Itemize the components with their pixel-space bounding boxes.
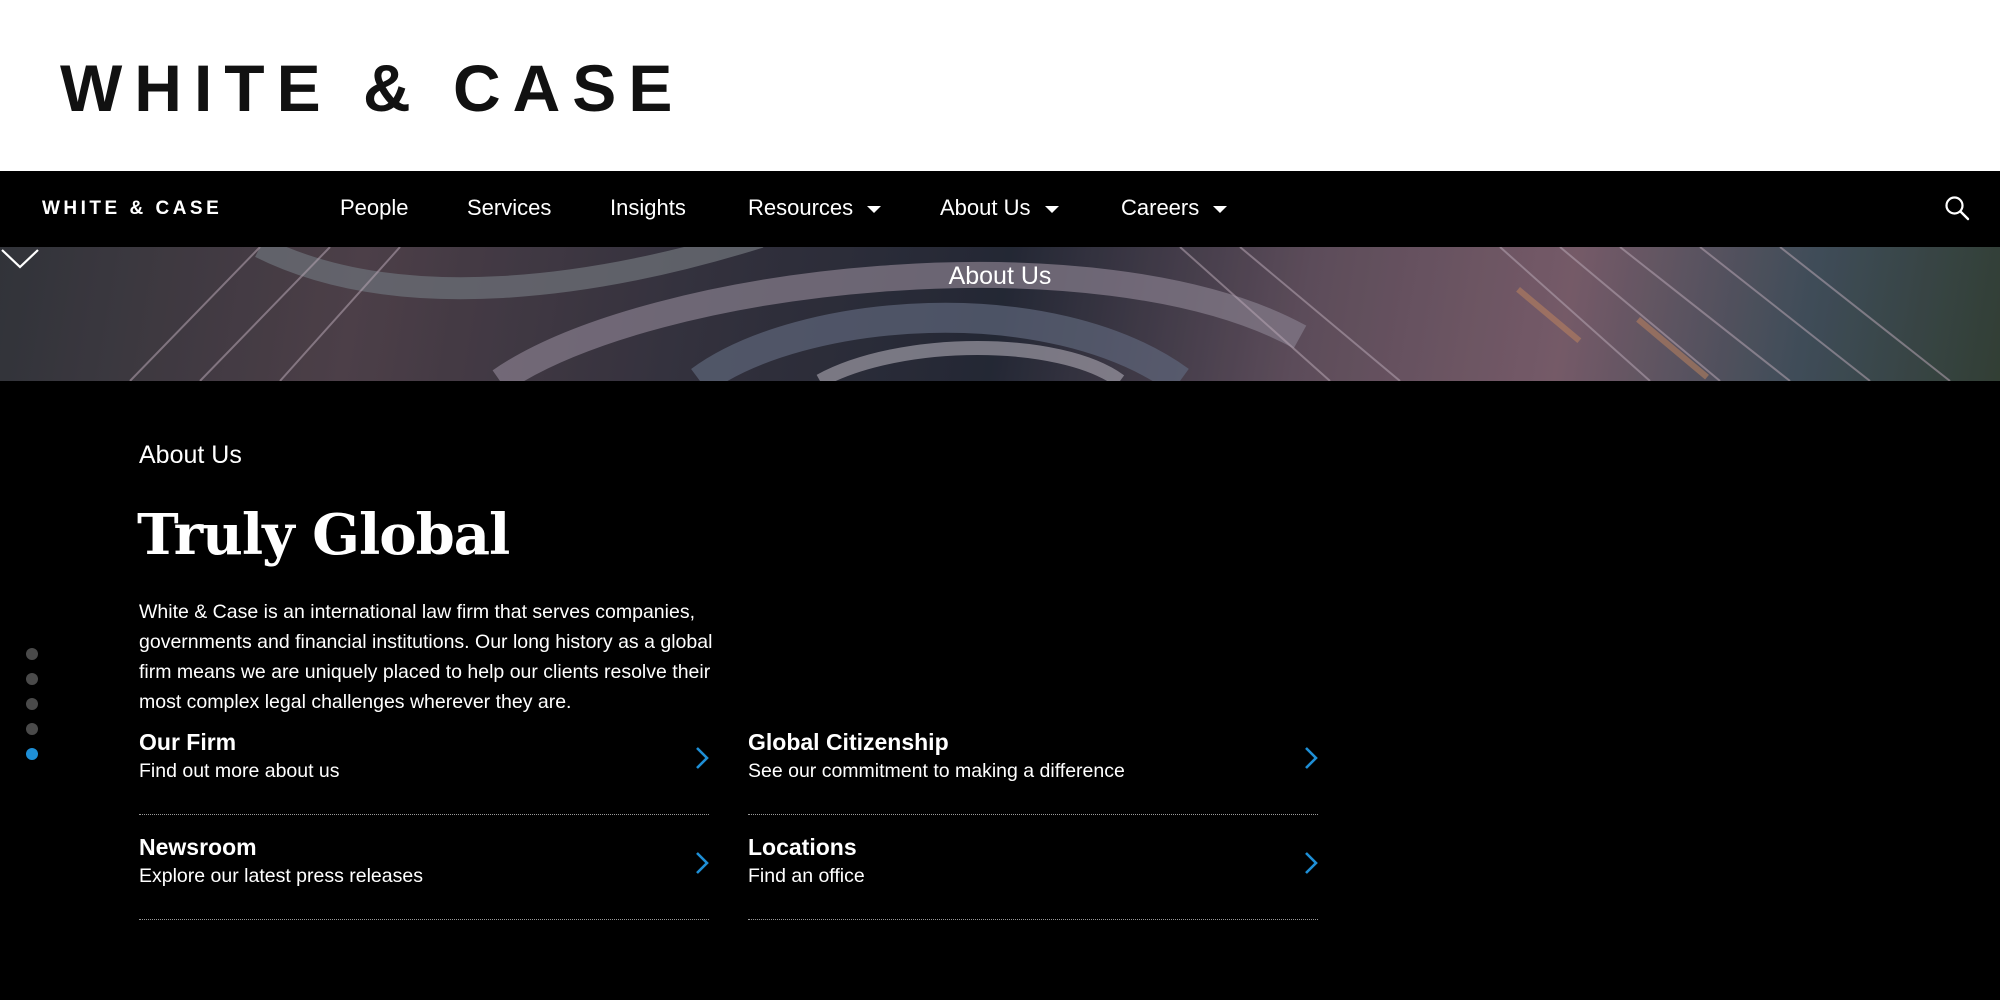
nav-item-about-us[interactable]: About Us (940, 193, 1059, 223)
site-logo[interactable]: WHITE & CASE (60, 52, 684, 124)
hero-title: About Us (948, 262, 1052, 290)
link-our-firm[interactable]: Our Firm Find out more about us (139, 727, 709, 815)
section-pagination (26, 648, 38, 773)
link-newsroom[interactable]: Newsroom Explore our latest press releas… (139, 832, 709, 920)
pagination-dot-active[interactable] (26, 748, 38, 760)
pagination-dot[interactable] (26, 648, 38, 660)
nav-item-label: People (340, 195, 409, 220)
link-title: Locations (748, 834, 857, 860)
nav-item-careers[interactable]: Careers (1121, 193, 1228, 223)
site-header: WHITE & CASE (0, 0, 2000, 171)
nav-item-label: Insights (610, 195, 686, 220)
chevron-down-icon[interactable] (0, 247, 40, 271)
nav-item-resources[interactable]: Resources (748, 193, 882, 223)
pagination-dot[interactable] (26, 723, 38, 735)
chevron-right-icon (696, 747, 709, 769)
search-icon[interactable] (1944, 195, 1970, 221)
link-locations[interactable]: Locations Find an office (748, 832, 1318, 920)
nav-item-people[interactable]: People (340, 193, 409, 223)
nav-item-insights[interactable]: Insights (610, 193, 686, 223)
nav-item-label: About Us (940, 195, 1031, 220)
main-nav: WHITE & CASE People Services Insights Re… (0, 171, 2000, 247)
nav-item-label: Services (467, 195, 552, 220)
link-subtitle: Explore our latest press releases (139, 865, 423, 887)
nav-item-label: Careers (1121, 195, 1200, 220)
caret-down-icon (867, 206, 882, 213)
link-title: Global Citizenship (748, 729, 949, 755)
chevron-right-icon (696, 852, 709, 874)
intro-paragraph: White & Case is an international law fir… (139, 601, 713, 713)
hero-banner: About Us (0, 247, 2000, 381)
link-subtitle: Find out more about us (139, 760, 340, 782)
link-title: Our Firm (139, 729, 237, 755)
section-eyebrow: About Us (139, 441, 242, 469)
caret-down-icon (1044, 206, 1059, 213)
chevron-right-icon (1305, 747, 1318, 769)
pagination-dot[interactable] (26, 673, 38, 685)
chevron-right-icon (1305, 852, 1318, 874)
link-subtitle: Find an office (748, 865, 865, 887)
nav-item-services[interactable]: Services (467, 193, 551, 223)
caret-down-icon (1213, 206, 1228, 213)
pagination-dot[interactable] (26, 698, 38, 710)
page-title: Truly Global (137, 502, 510, 568)
nav-logo[interactable]: WHITE & CASE (42, 197, 222, 221)
link-subtitle: See our commitment to making a differenc… (748, 760, 1125, 782)
nav-item-label: Resources (748, 195, 854, 220)
link-global-citizenship[interactable]: Global Citizenship See our commitment to… (748, 727, 1318, 815)
link-title: Newsroom (139, 834, 257, 860)
